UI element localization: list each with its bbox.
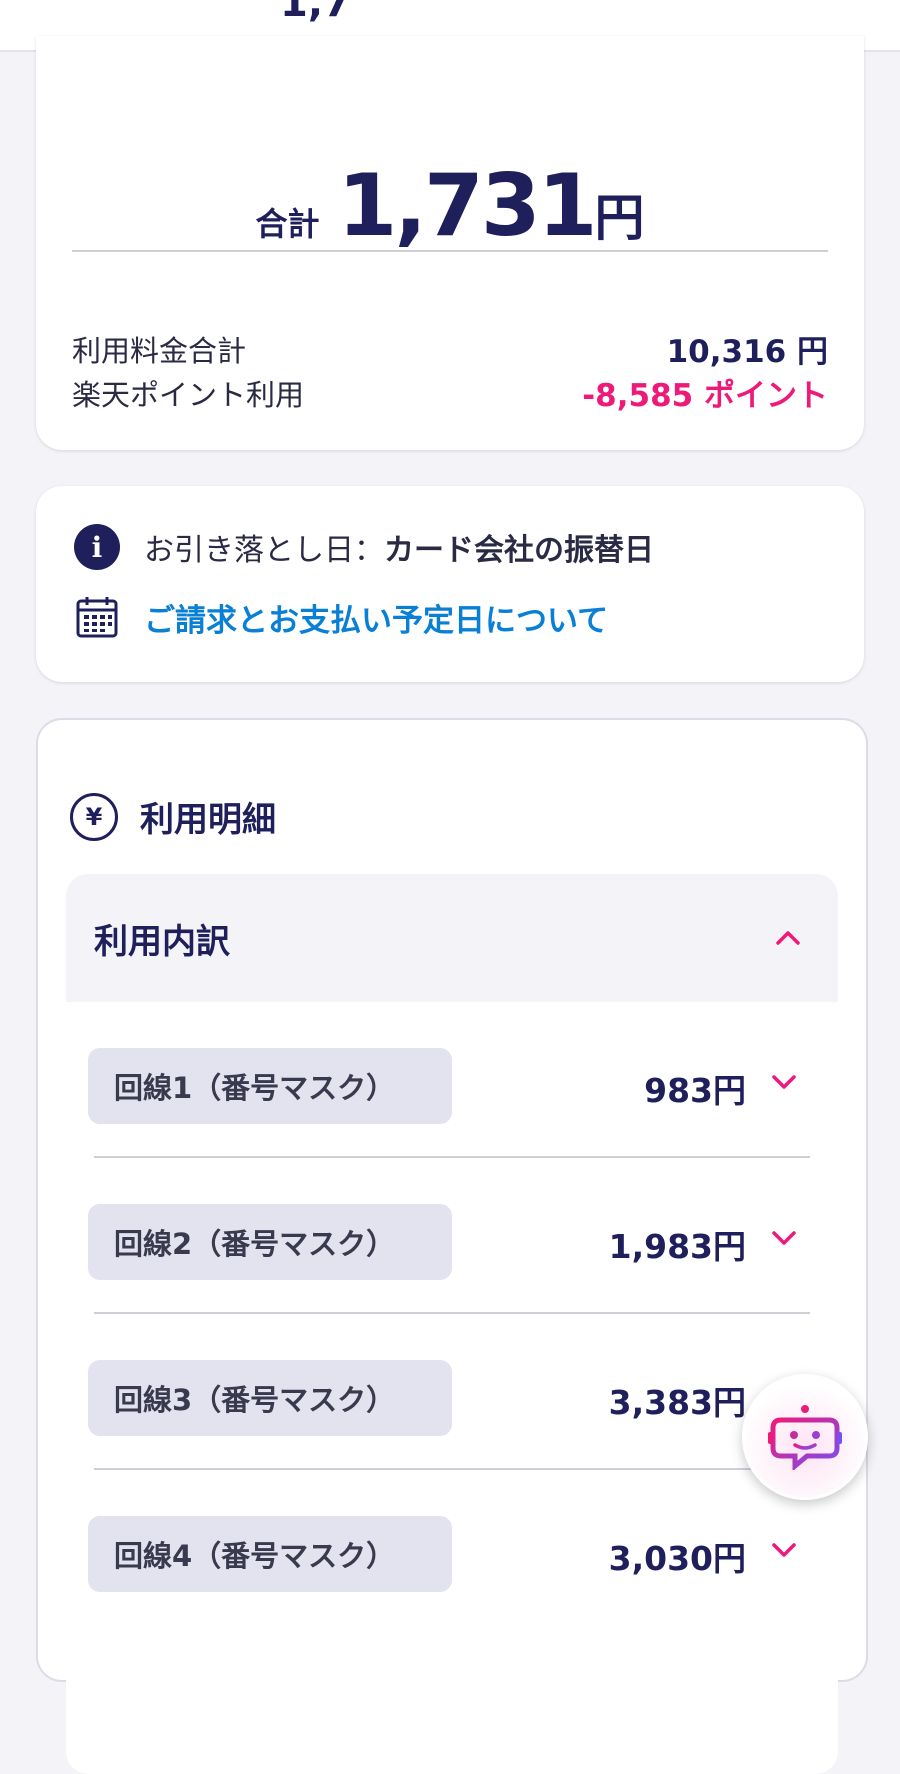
info-icon: i <box>74 524 120 570</box>
usage-total-row: 利用料金合計 10,316 円 <box>72 326 828 371</box>
total-amount: 1,731 <box>337 156 597 256</box>
line-amount: 3,383円 <box>608 1383 746 1422</box>
line-item-1[interactable]: 回線1（番号マスク） 983円 <box>66 1002 838 1158</box>
usage-total-value: 10,316 円 <box>666 334 828 370</box>
usage-breakdown-accordion: 利用内訳 回線1（番号マスク） 983円 回線2（番号マスク） 1,983円 回… <box>66 874 838 1774</box>
header-partial-text: 1,7 <box>280 0 351 26</box>
usage-details-card: ¥ 利用明細 利用内訳 回線1（番号マスク） 983円 回線2（番号マスク） 1… <box>36 718 868 1774</box>
line-item-3[interactable]: 回線3（番号マスク） 3,383円 <box>66 1314 838 1470</box>
points-used-value: -8,585 ポイント <box>582 378 828 414</box>
debit-date-label: お引き落とし日： <box>144 533 384 568</box>
chevron-down-icon[interactable] <box>770 1224 798 1252</box>
line-item-4[interactable]: 回線4（番号マスク） 3,030円 <box>66 1470 838 1626</box>
chatbot-icon <box>768 1405 842 1470</box>
line-item-2[interactable]: 回線2（番号マスク） 1,983円 <box>66 1158 838 1314</box>
chevron-down-icon[interactable] <box>770 1068 798 1096</box>
usage-total-label: 利用料金合計 <box>72 333 247 368</box>
billing-schedule-link[interactable]: ご請求とお支払い予定日について <box>144 595 608 640</box>
divider <box>72 250 828 252</box>
schedule-link-row[interactable]: ご請求とお支払い予定日について <box>74 594 608 640</box>
line-label: 回線3（番号マスク） <box>88 1360 452 1436</box>
chatbot-button[interactable] <box>742 1374 868 1500</box>
total-label: 合計 <box>255 205 320 243</box>
line-amount: 983円 <box>644 1071 746 1110</box>
payment-info-card: i お引き落とし日： カード会社の振替日 ご請求とお支払い予定日について <box>36 486 864 682</box>
line-label: 回線1（番号マスク） <box>88 1048 452 1124</box>
yen-icon: ¥ <box>70 792 118 841</box>
chevron-down-icon[interactable] <box>770 1536 798 1564</box>
line-amount: 1,983円 <box>608 1227 746 1266</box>
points-used-label: 楽天ポイント利用 <box>72 377 305 412</box>
debit-date-row: i お引き落とし日： カード会社の振替日 <box>74 524 654 570</box>
billing-summary-card: 合計 1,731 円 利用料金合計 10,316 円 楽天ポイント利用 -8,5… <box>36 36 864 450</box>
debit-date-value: カード会社の振替日 <box>384 533 654 568</box>
line-label: 回線2（番号マスク） <box>88 1204 452 1280</box>
points-used-row: 楽天ポイント利用 -8,585 ポイント <box>72 370 828 415</box>
chevron-up-icon[interactable] <box>774 924 802 952</box>
line-amount: 3,030円 <box>608 1539 746 1578</box>
calendar-icon <box>76 597 118 638</box>
total-unit: 円 <box>594 189 645 247</box>
line-label: 回線4（番号マスク） <box>88 1516 452 1592</box>
usage-breakdown-toggle[interactable]: 利用内訳 <box>66 874 838 1002</box>
usage-details-header: ¥ 利用明細 <box>70 792 276 841</box>
usage-breakdown-title: 利用内訳 <box>94 922 230 962</box>
usage-details-title: 利用明細 <box>140 800 276 840</box>
total-row: 合計 1,731 円 <box>36 156 864 256</box>
